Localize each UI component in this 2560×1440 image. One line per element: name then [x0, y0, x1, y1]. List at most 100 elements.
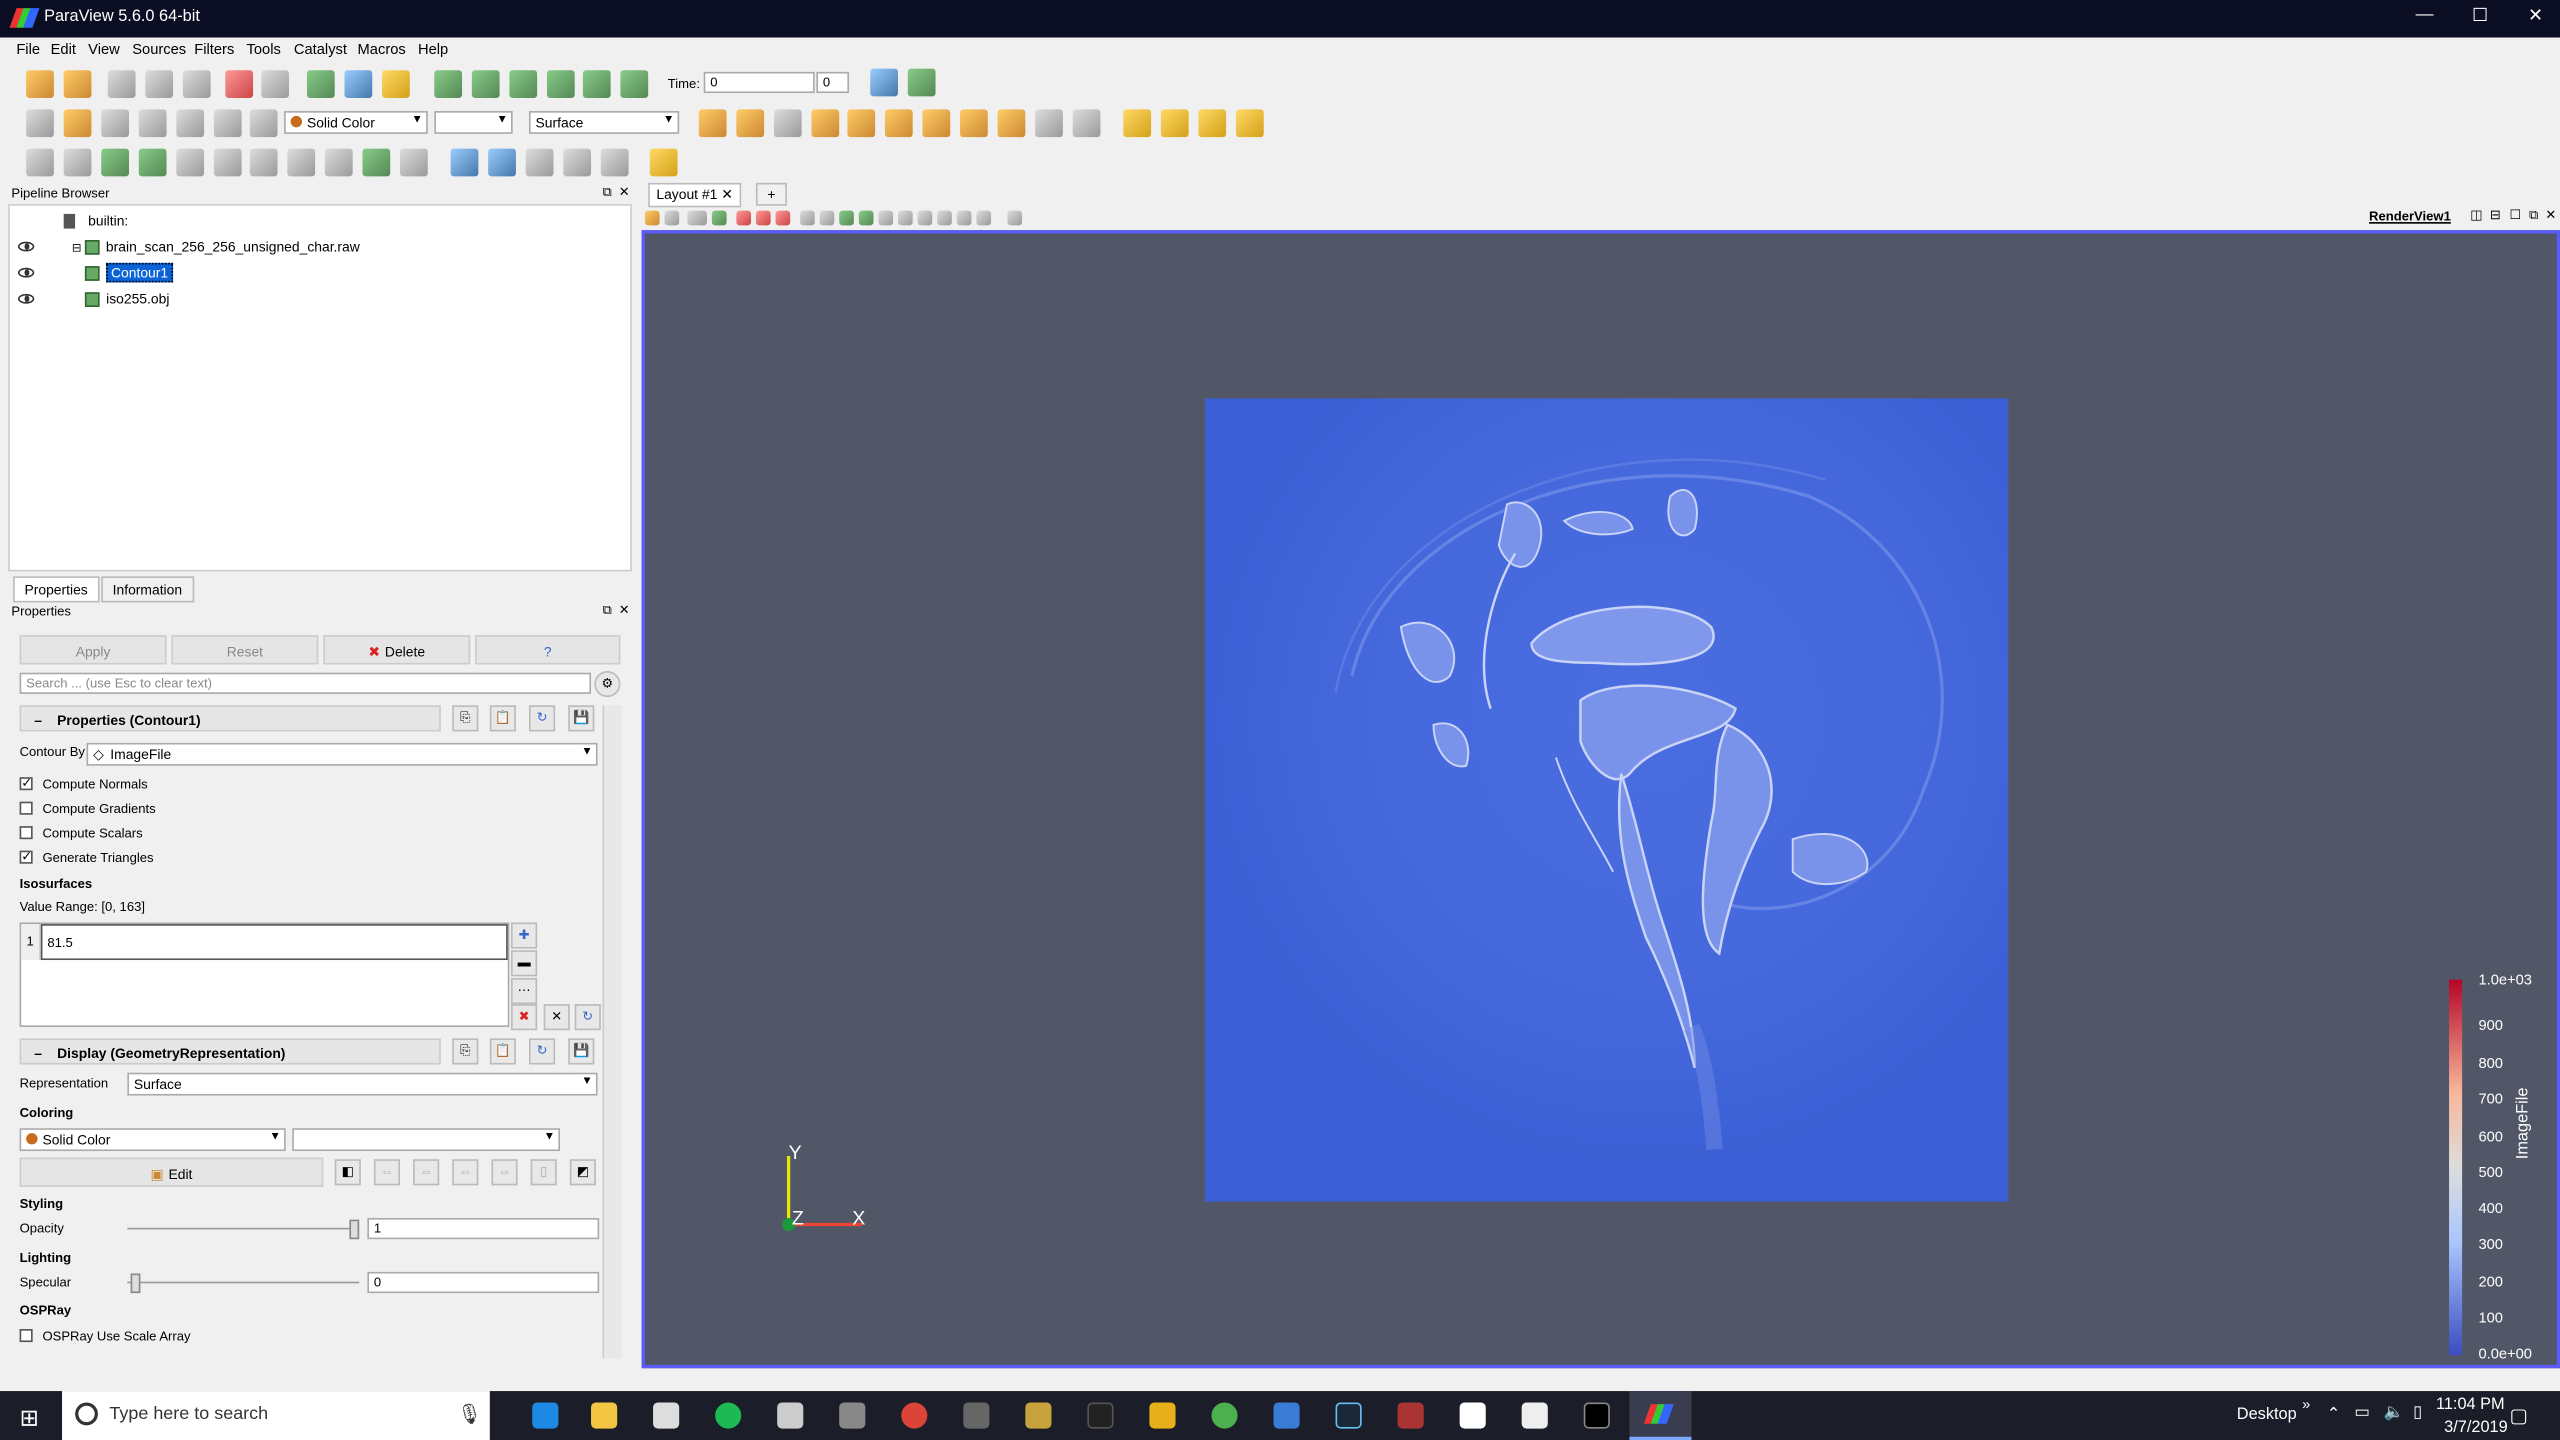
menu-view[interactable]: View [88, 41, 120, 57]
rescale-range-icon[interactable]: ⇔ [373, 1159, 401, 1186]
isosurface-value-cell[interactable]: 81.5 [40, 924, 508, 961]
apply-button[interactable]: Apply [19, 635, 167, 665]
select-polygon-icon[interactable] [800, 210, 815, 226]
visibility-eye-icon[interactable] [17, 241, 35, 252]
menu-catalyst[interactable]: Catalyst [294, 41, 347, 57]
menu-tools[interactable]: Tools [247, 41, 281, 57]
gear-icon[interactable]: ⚙ [594, 671, 621, 698]
help-button[interactable]: ? [475, 635, 621, 665]
capture-icon[interactable] [711, 210, 727, 226]
volume-icon[interactable]: 🔈 [2384, 1404, 2404, 1422]
visibility-eye-icon[interactable] [17, 293, 35, 304]
winrar-icon[interactable] [1397, 1402, 1424, 1429]
compute-scalars-checkbox[interactable] [19, 826, 33, 840]
copy-icon[interactable]: ⎘ [452, 1038, 479, 1065]
opacity-input[interactable]: 1 [367, 1217, 600, 1240]
float-panel-icon[interactable]: ⧉ [602, 184, 611, 200]
coloring-component-select[interactable]: ▼ [292, 1128, 561, 1152]
group-datasets-icon[interactable] [362, 148, 391, 177]
tree-item-contour1[interactable]: Contour1 [84, 262, 174, 283]
opacity-slider-track[interactable] [127, 1227, 360, 1230]
reset-center-icon[interactable] [1160, 109, 1189, 138]
app-icon[interactable] [1273, 1402, 1300, 1429]
add-range-icon[interactable]: ⋯ [511, 977, 538, 1005]
query-icon[interactable] [956, 210, 972, 226]
select-block-icon[interactable] [563, 148, 592, 177]
2d-3d-toggle-icon[interactable] [687, 210, 707, 226]
steam-icon[interactable] [1335, 1402, 1362, 1429]
contour-icon[interactable] [63, 148, 92, 177]
league-icon[interactable] [1025, 1402, 1052, 1429]
select-points-icon[interactable] [488, 148, 516, 177]
add-value-icon[interactable]: ✚ [511, 922, 538, 949]
specular-slider-track[interactable] [127, 1281, 360, 1284]
toolbar-chevron-icon[interactable]: » [2302, 1396, 2310, 1412]
previous-frame-icon[interactable] [471, 70, 500, 98]
tab-information[interactable]: Information [101, 576, 194, 603]
reset-button[interactable]: Reset [171, 635, 319, 665]
menu-filters[interactable]: Filters [194, 41, 234, 57]
show-hidden-icons-icon[interactable]: ⌃ [2327, 1406, 2341, 1424]
tab-properties[interactable]: Properties [13, 576, 100, 603]
edit-color-map-icon[interactable] [63, 109, 92, 138]
menu-file[interactable]: File [16, 41, 40, 57]
rescale-temporal-icon[interactable] [176, 109, 205, 138]
extract-level-icon[interactable] [400, 148, 428, 177]
save-state-icon[interactable] [306, 70, 335, 98]
copy-icon[interactable]: ⎘ [452, 705, 479, 732]
chrome-icon[interactable] [901, 1402, 928, 1429]
last-frame-icon[interactable] [582, 70, 611, 98]
desktop-toolbar-label[interactable]: Desktop [2237, 1406, 2297, 1424]
language-icon[interactable]: ▯ [2413, 1404, 2422, 1422]
component-combo[interactable]: ▼ [434, 111, 513, 134]
remove-all-icon[interactable]: ✖ [511, 1004, 538, 1031]
tree-item-iso255[interactable]: iso255.obj [84, 291, 169, 308]
minimize-button[interactable]: — [2400, 5, 2449, 31]
view-minus-z-icon[interactable] [997, 109, 1026, 138]
edge-icon[interactable] [532, 1402, 559, 1429]
rescale-custom-icon[interactable] [138, 109, 167, 138]
rescale-visible-icon[interactable]: ⇔ [491, 1159, 518, 1186]
select-cells-icon[interactable] [450, 148, 479, 177]
calculator-icon[interactable] [26, 148, 54, 177]
maximize-view-icon[interactable]: ☐ [2509, 207, 2521, 222]
shrink-selection-icon[interactable] [937, 210, 952, 226]
edit-colormap-button[interactable]: ▣ Edit [19, 1157, 324, 1187]
windows-start-icon[interactable]: ⊞ [20, 1404, 39, 1432]
mail-icon[interactable] [653, 1402, 680, 1429]
view-plus-x-icon[interactable] [811, 109, 840, 138]
view-toggle-icon[interactable] [664, 210, 680, 226]
animation-view-icon[interactable] [907, 68, 936, 97]
rotate-plus-90-icon[interactable] [1035, 109, 1063, 138]
rescale-visible-icon[interactable] [213, 109, 242, 138]
network-icon[interactable]: ▭ [2354, 1404, 2369, 1422]
compute-normals-checkbox[interactable]: ✓ [19, 776, 33, 791]
coloring-select[interactable]: Solid Color ▼ [19, 1128, 286, 1152]
render-view[interactable]: Y Z X [641, 230, 2560, 1369]
paraview-taskbar-button[interactable] [1629, 1391, 1692, 1440]
glyph-icon[interactable] [249, 148, 278, 177]
eye-icon[interactable] [249, 109, 278, 138]
notepad-icon[interactable] [1459, 1402, 1486, 1429]
select-points-on-icon[interactable] [755, 210, 771, 226]
pick-center-icon[interactable] [1198, 109, 1227, 138]
view-settings-icon[interactable] [644, 210, 660, 226]
properties-search-input[interactable]: Search ... (use Esc to clear text) [19, 672, 592, 694]
menu-sources[interactable]: Sources [132, 41, 186, 57]
save-defaults-icon[interactable]: 💾 [568, 1038, 595, 1065]
specular-slider-handle[interactable] [130, 1273, 141, 1294]
generate-triangles-checkbox[interactable]: ✓ [19, 850, 33, 864]
contour-by-combo[interactable]: ◇ ImageFile ▼ [86, 742, 598, 766]
document-icon[interactable] [1521, 1402, 1548, 1429]
grow-selection-icon[interactable] [917, 210, 933, 226]
select-cells-on-icon[interactable] [736, 210, 752, 226]
show-center-icon[interactable] [1123, 109, 1152, 138]
save-icon[interactable] [63, 70, 92, 98]
rotate-minus-90-icon[interactable] [1072, 109, 1101, 138]
undo-icon[interactable] [225, 70, 254, 98]
app-icon[interactable] [1211, 1402, 1238, 1429]
file-explorer-icon[interactable] [591, 1402, 618, 1429]
time-index-spinbox[interactable]: 0 [816, 71, 850, 94]
tab-layout-1[interactable]: Layout #1 ✕ [648, 182, 741, 208]
view-minus-x-icon[interactable] [847, 109, 876, 138]
